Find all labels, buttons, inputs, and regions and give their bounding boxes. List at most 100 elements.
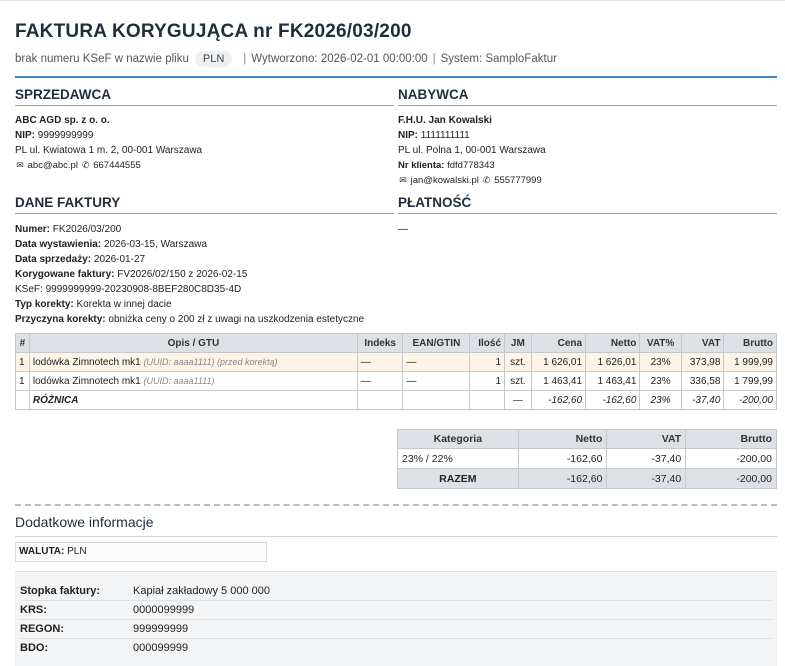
cell-index: — — [356, 352, 404, 372]
page-title: FAKTURA KORYGUJĄCA nr FK2026/03/200 — [15, 21, 412, 42]
payment-value: — — [398, 224, 408, 235]
footer-row: Stopka faktury: Kapiał zakładowy 5 000 0… — [20, 582, 772, 601]
item-note: (UUID: aaaa1111) (przed korektą) — [143, 356, 278, 367]
col-header: EAN/GTIN — [402, 333, 471, 353]
cell-gross: -200,00 — [723, 390, 777, 410]
separator: | — [243, 53, 247, 65]
issue-date: 2026-03-15, Warszawa — [103, 239, 207, 250]
summary-total-row: RAZEM -162,60 -37,40 -200,00 — [397, 468, 777, 489]
seller-heading: SPRZEDAWCA — [15, 87, 394, 106]
footer-value: 000099999 — [133, 642, 189, 654]
item-name: lodówka Zimnotech mk1 — [32, 375, 141, 387]
col-header: Indeks — [356, 333, 404, 353]
cell-unit: — — [504, 390, 532, 410]
buyer-address: PL ul. Polna 1, 00-001 Warszawa — [398, 145, 546, 156]
col-header: JM — [504, 333, 532, 353]
total-net: -162,60 — [517, 468, 608, 489]
cell-net: -162,60 — [585, 390, 641, 410]
buyer-nip: 1111111111 — [420, 130, 470, 141]
corrected-label: Korygowane faktury: — [15, 269, 115, 280]
buyer-client-no: fdfd778343 — [447, 160, 495, 171]
cell-price: 1 626,01 — [530, 352, 587, 372]
col-header: Kategoria — [397, 429, 519, 449]
summary-net: -162,60 — [517, 448, 608, 469]
cell-vat: -37,40 — [680, 390, 725, 410]
difference-label: RÓŻNICA — [32, 394, 79, 406]
col-header: Brutto — [723, 333, 777, 353]
cell-index — [356, 390, 404, 410]
envelope-icon: ✉ — [16, 160, 24, 170]
seller-email[interactable]: abc@abc.pl — [28, 160, 78, 171]
item-note: (UUID: aaaa1111) — [143, 375, 215, 386]
cell-price: 1 463,41 — [530, 371, 587, 391]
seller-name: ABC AGD sp. z o. o. — [15, 115, 110, 126]
footer-row: BDO: 000099999 — [20, 639, 772, 658]
correction-reason: obniżka ceny o 200 zł z uwagi na uszkodz… — [108, 314, 365, 325]
cell-desc: lodówka Zimnotech mk1 (UUID: aaaa1111) — [28, 371, 358, 391]
summary-header-row: Kategoria Netto VAT Brutto — [397, 429, 777, 449]
summary-row: 23% / 22% -162,60 -37,40 -200,00 — [397, 448, 777, 469]
phone-icon: ✆ — [482, 175, 491, 185]
system-name: System: SamploFaktur — [440, 53, 557, 65]
vat-summary-table: Kategoria Netto VAT Brutto 23% / 22% -16… — [397, 429, 777, 489]
items-header-row: # Opis / GTU Indeks EAN/GTIN Ilość JM Ce… — [15, 333, 777, 353]
cell-qty — [469, 390, 506, 410]
footer-value: 0000099999 — [133, 604, 195, 616]
summary-vat: -37,40 — [606, 448, 687, 469]
cell-price: -162,60 — [530, 390, 587, 410]
header-meta: brak numeru KSeF w nazwie pliku PLN | Wy… — [15, 51, 557, 67]
cell-vat-rate: 23% — [639, 390, 682, 410]
total-gross: -200,00 — [685, 468, 777, 489]
col-header: VAT% — [639, 333, 682, 353]
section-divider — [15, 504, 777, 506]
cell-vat: 336,58 — [680, 371, 725, 391]
cell-ean: — — [402, 371, 471, 391]
cell-qty: 1 — [469, 352, 506, 372]
number-label: Numer: — [15, 224, 51, 235]
header-divider — [15, 76, 777, 78]
cell-gross: 1 999,99 — [723, 352, 777, 372]
additional-info-heading: Dodatkowe informacje — [15, 514, 777, 537]
footer-label: BDO: — [20, 642, 49, 654]
buyer-heading: NABYWCA — [398, 87, 777, 106]
sale-label: Data sprzedaży: — [15, 254, 92, 265]
col-header: # — [15, 333, 30, 353]
created-date: Wytworzono: 2026-02-01 00:00:00 — [251, 53, 428, 65]
buyer-email[interactable]: jan@kowalski.pl — [411, 175, 479, 186]
invoice-heading: DANE FAKTURY — [15, 195, 394, 214]
seller-address: PL ul. Kwiatowa 1 m. 2, 00-001 Warszawa — [15, 145, 203, 156]
cell-vat: 373,98 — [680, 352, 725, 372]
cell-unit: szt. — [504, 352, 532, 372]
cell-no — [15, 390, 30, 410]
col-header: Netto — [585, 333, 641, 353]
col-header: Brutto — [685, 429, 777, 449]
seller-nip: 9999999999 — [37, 130, 94, 141]
envelope-icon: ✉ — [399, 175, 407, 185]
col-header: VAT — [606, 429, 687, 449]
footer-value: 999999999 — [133, 623, 189, 635]
issue-label: Data wystawienia: — [15, 239, 102, 250]
buyer-block: F.H.U. Jan Kowalski NIP: 1111111111 PL u… — [398, 113, 777, 188]
col-header: Opis / GTU — [28, 333, 358, 353]
cell-index: — — [356, 371, 404, 391]
cell-net: 1 626,01 — [585, 352, 641, 372]
cell-vat-rate: 23% — [639, 352, 682, 372]
footer-info: Stopka faktury: Kapiał zakładowy 5 000 0… — [15, 571, 777, 666]
summary-category: 23% / 22% — [397, 448, 519, 469]
ksef-note: brak numeru KSeF w nazwie pliku — [15, 53, 189, 65]
cell-net: 1 463,41 — [585, 371, 641, 391]
footer-row: KRS: 0000099999 — [20, 601, 772, 620]
table-row: 1 lodówka Zimnotech mk1 (UUID: aaaa1111)… — [15, 352, 777, 372]
invoice-block: Numer: FK2026/03/200 Data wystawienia: 2… — [15, 222, 395, 327]
total-label: RAZEM — [397, 468, 519, 489]
payment-heading: PŁATNOŚĆ — [398, 195, 777, 214]
cell-qty: 1 — [469, 371, 506, 391]
difference-row: RÓŻNICA — -162,60 -162,60 23% -37,40 -20… — [15, 390, 777, 410]
seller-nip-label: NIP: — [15, 130, 35, 141]
summary-gross: -200,00 — [685, 448, 777, 469]
seller-block: ABC AGD sp. z o. o. NIP: 9999999999 PL u… — [15, 113, 394, 173]
cell-unit: szt. — [504, 371, 532, 391]
cell-ean — [402, 390, 471, 410]
footer-label: REGON: — [20, 623, 64, 635]
buyer-phone: 555777999 — [494, 175, 542, 186]
